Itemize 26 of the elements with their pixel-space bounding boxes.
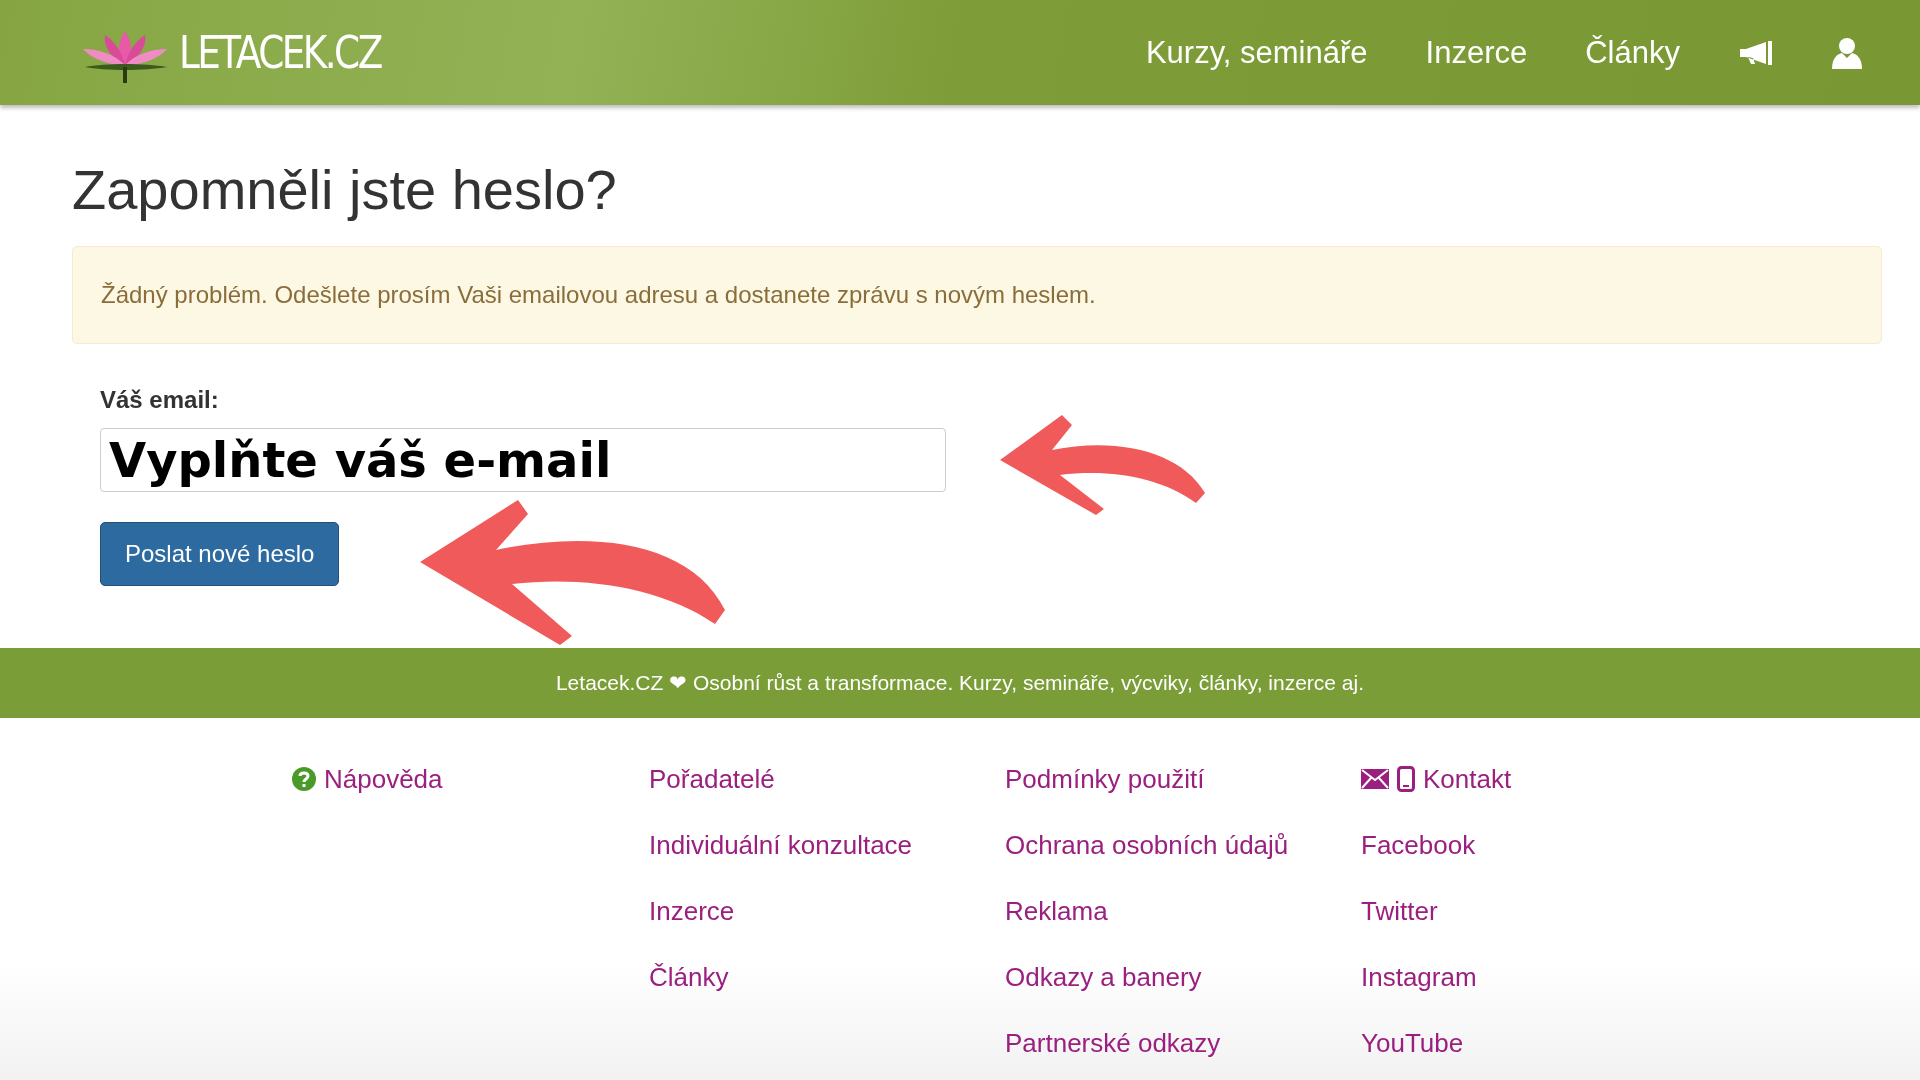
footer-link[interactable]: Instagram (1361, 961, 1477, 993)
help-icon (292, 767, 316, 791)
footer-link[interactable]: Ochrana osobních údajů (1005, 829, 1289, 861)
phone-icon (1397, 766, 1415, 792)
footer-link[interactable]: Kontakt (1423, 763, 1512, 795)
footer-link[interactable]: Články (649, 961, 729, 993)
user-icon[interactable] (1832, 36, 1862, 69)
footer-link[interactable]: Pořadatelé (649, 763, 775, 795)
footer-link[interactable]: Odkazy a banery (1005, 961, 1202, 993)
footer-tagline: Letacek.CZ ❤ Osobní růst a transformace. Kurzy, semináře, výcviky, články, inzerce aj. (555, 671, 1365, 695)
email-input-field[interactable]: Vyplňte váš e-mail (100, 428, 946, 492)
footer-link[interactable]: Inzerce (649, 895, 735, 927)
page-title: Zapomněli jste heslo? (72, 157, 618, 222)
footer-link[interactable]: YouTube (1361, 1027, 1464, 1059)
footer-link[interactable]: Reklama (1005, 895, 1108, 927)
megaphone-icon[interactable] (1738, 39, 1774, 66)
send-password-button[interactable]: Poslat nové heslo (100, 522, 340, 586)
envelope-icon (1361, 769, 1389, 789)
info-alert: Žádný problém. Odešlete prosím Vaši emailovou adresu a dostanete zprávu s novým heslem. (72, 246, 1882, 344)
footer-link[interactable]: Twitter (1361, 895, 1438, 927)
footer-link[interactable]: Facebook (1361, 829, 1476, 861)
email-label: Váš email: (100, 386, 219, 414)
footer-link[interactable]: Individuální konzultace (649, 829, 913, 861)
footer-link[interactable]: Nápověda (324, 763, 443, 795)
footer-link[interactable]: Podmínky použití (1005, 763, 1205, 795)
footer-link[interactable]: Partnerské odkazy (1005, 1027, 1221, 1059)
